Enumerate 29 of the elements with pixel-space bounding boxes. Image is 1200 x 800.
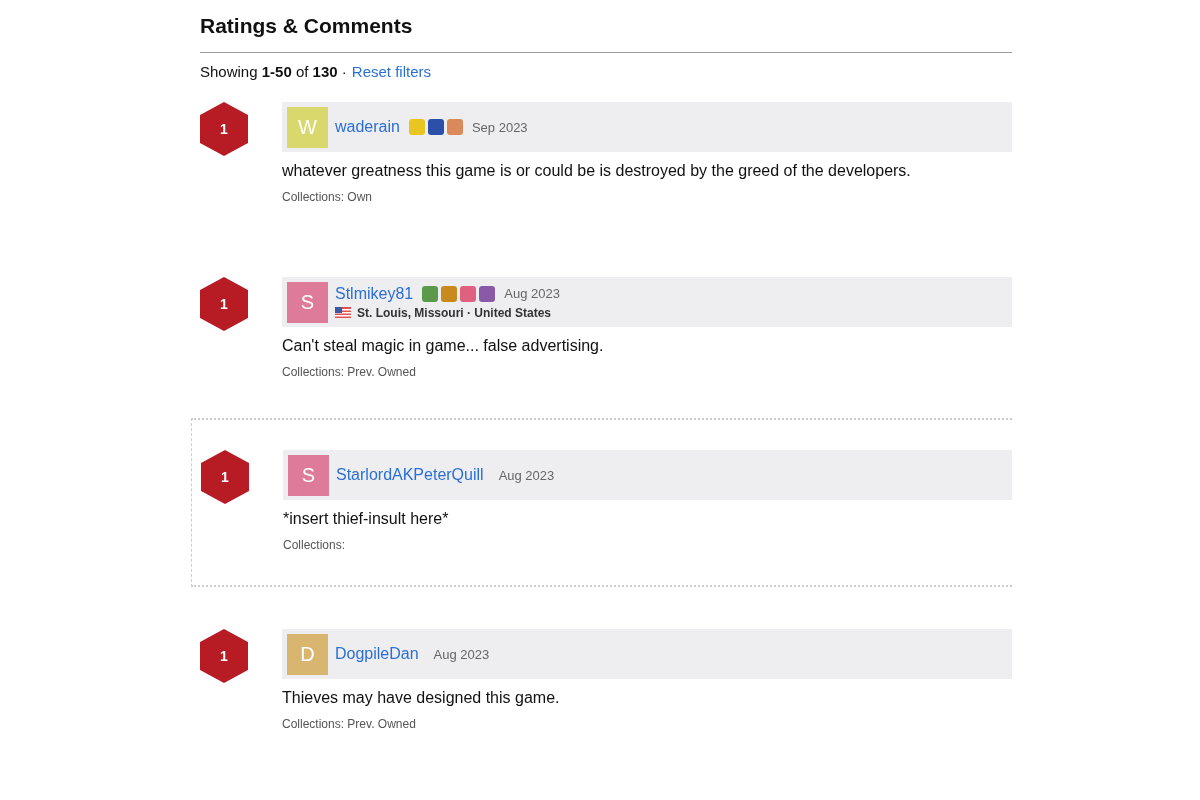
collections-label: Collections: [283,538,347,552]
collections-label: Collections: Own [282,190,374,204]
comment-text: whatever greatness this game is or could be is destroyed by the greed of the developers. [282,162,912,180]
comment-date: Aug 2023 [498,467,555,483]
user-avatar: D [287,633,328,675]
results-count: Showing 1-50 of 130 · [200,63,347,80]
username-link[interactable]: DogpileDan [335,645,419,663]
comment-text: Thieves may have designed this game. [282,689,561,707]
comment-text: *insert thief-insult here* [283,510,450,528]
rating-hexagon: 1 [200,102,248,156]
comment-date: Aug 2023 [504,286,560,301]
reset-filters-link[interactable]: Reset filters [351,63,431,80]
rating-hexagon: 1 [200,629,248,683]
user-avatar: S [287,281,328,323]
comment-date: Sep 2023 [471,119,528,135]
username-link[interactable]: StarlordAKPeterQuill [336,466,484,484]
comment-date: Aug 2023 [433,646,490,662]
collections-label: Collections: Prev. Owned [282,717,417,731]
user-avatar: W [287,106,328,148]
username-link[interactable]: waderain [335,118,400,136]
user-avatar: S [288,454,329,496]
rating-hexagon: 1 [200,277,248,331]
flag-icon [335,307,351,318]
user-location: St. Louis, Missouri · United States [357,305,552,320]
section-title: Ratings & Comments [200,14,414,38]
collections-label: Collections: Prev. Owned [282,365,417,379]
rating-hexagon: 1 [201,450,249,504]
comment-text: Can't steal magic in game... false advertising. [282,337,605,355]
username-link[interactable]: Stlmikey81 [335,284,414,303]
